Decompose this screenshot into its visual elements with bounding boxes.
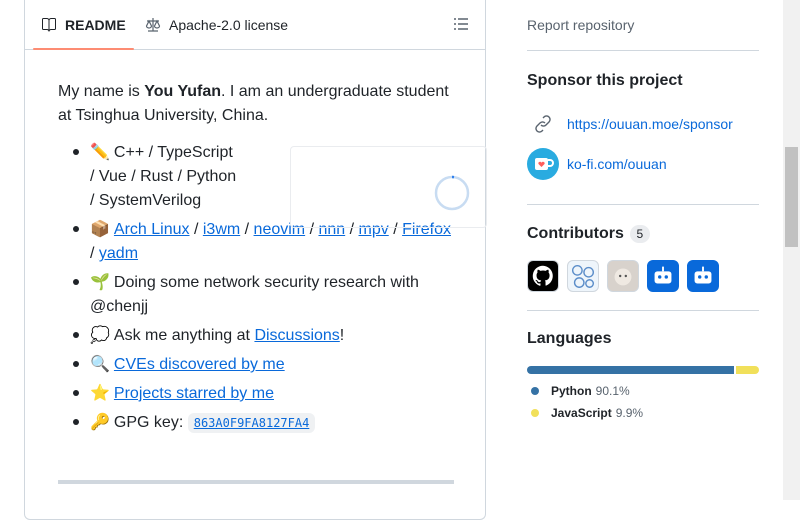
language-item-python[interactable]: Python 90.1% — [527, 384, 630, 398]
sidebar-divider — [527, 50, 759, 51]
contributors-avatars — [527, 260, 719, 292]
language-item-javascript[interactable]: JavaScript 9.9% — [527, 406, 643, 420]
link-yadm[interactable]: yadm — [99, 245, 138, 262]
languages-text: C++ / TypeScript / Vue / Rust / Python /… — [90, 144, 237, 209]
sponsor-url-link[interactable]: https://ouuan.moe/sponsor — [567, 116, 733, 132]
contributors-heading[interactable]: Contributors 5 — [527, 225, 650, 243]
report-repository-link[interactable]: Report repository — [527, 17, 634, 33]
language-name: JavaScript — [551, 406, 612, 420]
thought-bubble-icon: 💭 — [90, 325, 110, 344]
ask-text-end: ! — [339, 327, 345, 344]
key-icon: 🔑 — [90, 412, 110, 431]
stats-card-loading — [290, 146, 487, 228]
gpg-label: GPG key: — [113, 414, 188, 431]
readme-tabs: README Apache-2.0 license — [25, 0, 485, 50]
seedling-icon: 🌱 — [90, 272, 110, 291]
package-icon: 📦 — [90, 219, 110, 238]
kofi-cup-icon — [527, 148, 559, 180]
tab-readme-label: README — [65, 16, 126, 33]
star-icon: ⭐ — [90, 383, 110, 402]
link-arch-linux[interactable]: Arch Linux — [114, 221, 190, 238]
link-starred[interactable]: Projects starred by me — [114, 385, 274, 402]
contributors-title: Contributors — [527, 225, 624, 242]
language-percent: 9.9% — [615, 406, 644, 420]
law-scale-icon — [145, 17, 161, 32]
avatar-github[interactable] — [527, 260, 559, 292]
list-item-starred: ⭐ Projects starred by me — [73, 381, 458, 406]
language-bar-javascript — [736, 366, 759, 374]
ask-text: Ask me anything at — [113, 327, 255, 344]
research-text: Doing some network security research wit… — [90, 274, 419, 315]
javascript-color-dot — [531, 409, 539, 417]
author-name: You Yufan — [144, 83, 221, 100]
link-cves[interactable]: CVEs discovered by me — [114, 356, 285, 373]
list-outline-icon[interactable] — [453, 16, 469, 32]
languages-heading: Languages — [527, 330, 612, 347]
readme-panel: README Apache-2.0 license My name is You… — [24, 0, 487, 520]
scrollbar-thumb[interactable] — [785, 147, 798, 247]
kofi-link[interactable]: ko-fi.com/ouuan — [567, 156, 667, 172]
page-scrollbar[interactable] — [783, 0, 800, 500]
readme-content: My name is You Yufan. I am an undergradu… — [58, 80, 487, 439]
language-name: Python — [551, 384, 592, 398]
avatar-contributor-2[interactable] — [567, 260, 599, 292]
link-discussions[interactable]: Discussions — [254, 327, 339, 344]
intro-paragraph: My name is You Yufan. I am an undergradu… — [58, 80, 458, 128]
sidebar-divider — [527, 310, 759, 311]
tab-readme[interactable]: README — [33, 0, 134, 50]
book-icon — [42, 17, 56, 31]
avatar-bot-1[interactable] — [647, 260, 679, 292]
list-item-cves: 🔍 CVEs discovered by me — [73, 352, 458, 377]
bot-icon — [654, 266, 672, 284]
tab-license-label: Apache-2.0 license — [169, 16, 289, 33]
link-i3wm[interactable]: i3wm — [203, 221, 240, 238]
diagram-avatar-icon — [571, 264, 595, 288]
python-color-dot — [531, 387, 539, 395]
avatar-bot-2[interactable] — [687, 260, 719, 292]
sponsor-link-row[interactable]: https://ouuan.moe/sponsor — [527, 112, 733, 136]
link-icon — [535, 115, 551, 133]
sidebar-divider — [527, 204, 759, 205]
magnifier-icon: 🔍 — [90, 354, 110, 373]
list-item-research: 🌱 Doing some network security research wi… — [73, 270, 458, 319]
pencil-icon: ✏️ — [90, 142, 110, 161]
intro-text: My name is — [58, 83, 145, 100]
separator: / — [189, 221, 203, 238]
list-item-gpg: 🔑 GPG key: 863A0F9FA8127FA4 — [73, 410, 458, 435]
separator: / — [240, 221, 254, 238]
sponsor-heading: Sponsor this project — [527, 72, 683, 89]
avatar-contributor-3[interactable] — [607, 260, 639, 292]
cat-avatar-icon — [614, 268, 632, 286]
tab-license[interactable]: Apache-2.0 license — [145, 0, 288, 49]
gpg-key-link[interactable]: 863A0F9FA8127FA4 — [187, 413, 316, 433]
language-bar-python — [527, 366, 735, 374]
separator: / — [90, 245, 99, 262]
kofi-link-row[interactable]: ko-fi.com/ouuan — [527, 148, 667, 180]
github-logo-icon — [528, 261, 558, 291]
divider — [58, 480, 454, 484]
loading-spinner-icon — [434, 175, 470, 211]
language-percent: 90.1% — [595, 384, 630, 398]
bot-icon — [694, 266, 712, 284]
list-item-ask: 💭 Ask me anything at Discussions! — [73, 323, 458, 348]
language-bar — [527, 366, 759, 374]
contributors-count: 5 — [629, 225, 650, 243]
